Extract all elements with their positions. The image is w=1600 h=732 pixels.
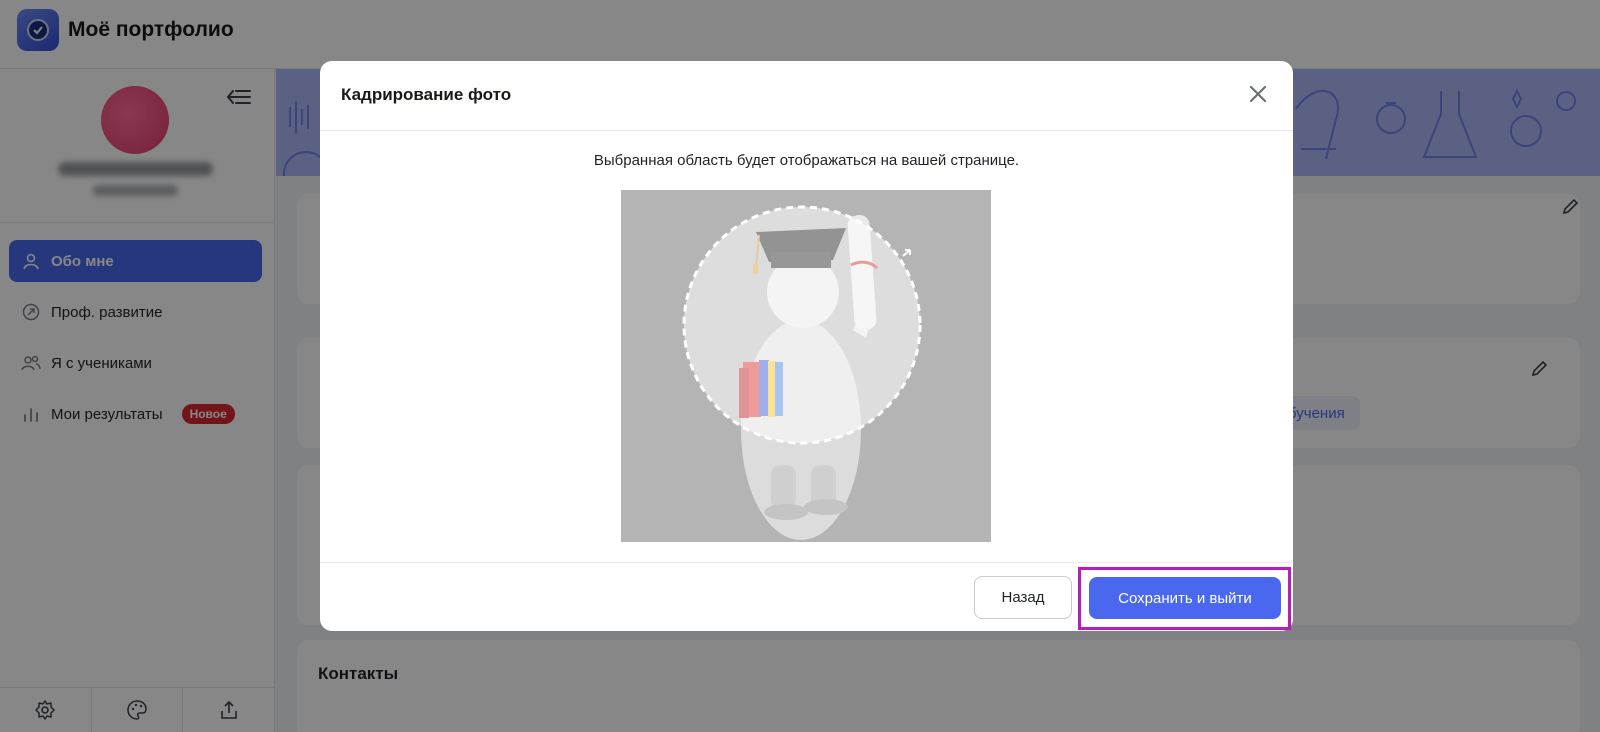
crop-hint-text: Выбранная область будет отображаться на … (593, 152, 1020, 169)
crop-selection-circle[interactable] (682, 205, 922, 445)
dialog-divider-bottom (320, 562, 1293, 563)
back-button[interactable]: Назад (974, 576, 1072, 619)
crop-photo-dialog: Кадрирование фото Выбранная область буде… (320, 61, 1293, 631)
dialog-divider-top (320, 130, 1293, 131)
resize-handle-icon[interactable] (902, 249, 911, 257)
close-icon[interactable] (1245, 81, 1271, 107)
highlight-box (1078, 567, 1291, 630)
crop-area[interactable] (621, 190, 991, 542)
dialog-title: Кадрирование фото (341, 85, 512, 104)
photo-preview (682, 205, 922, 540)
